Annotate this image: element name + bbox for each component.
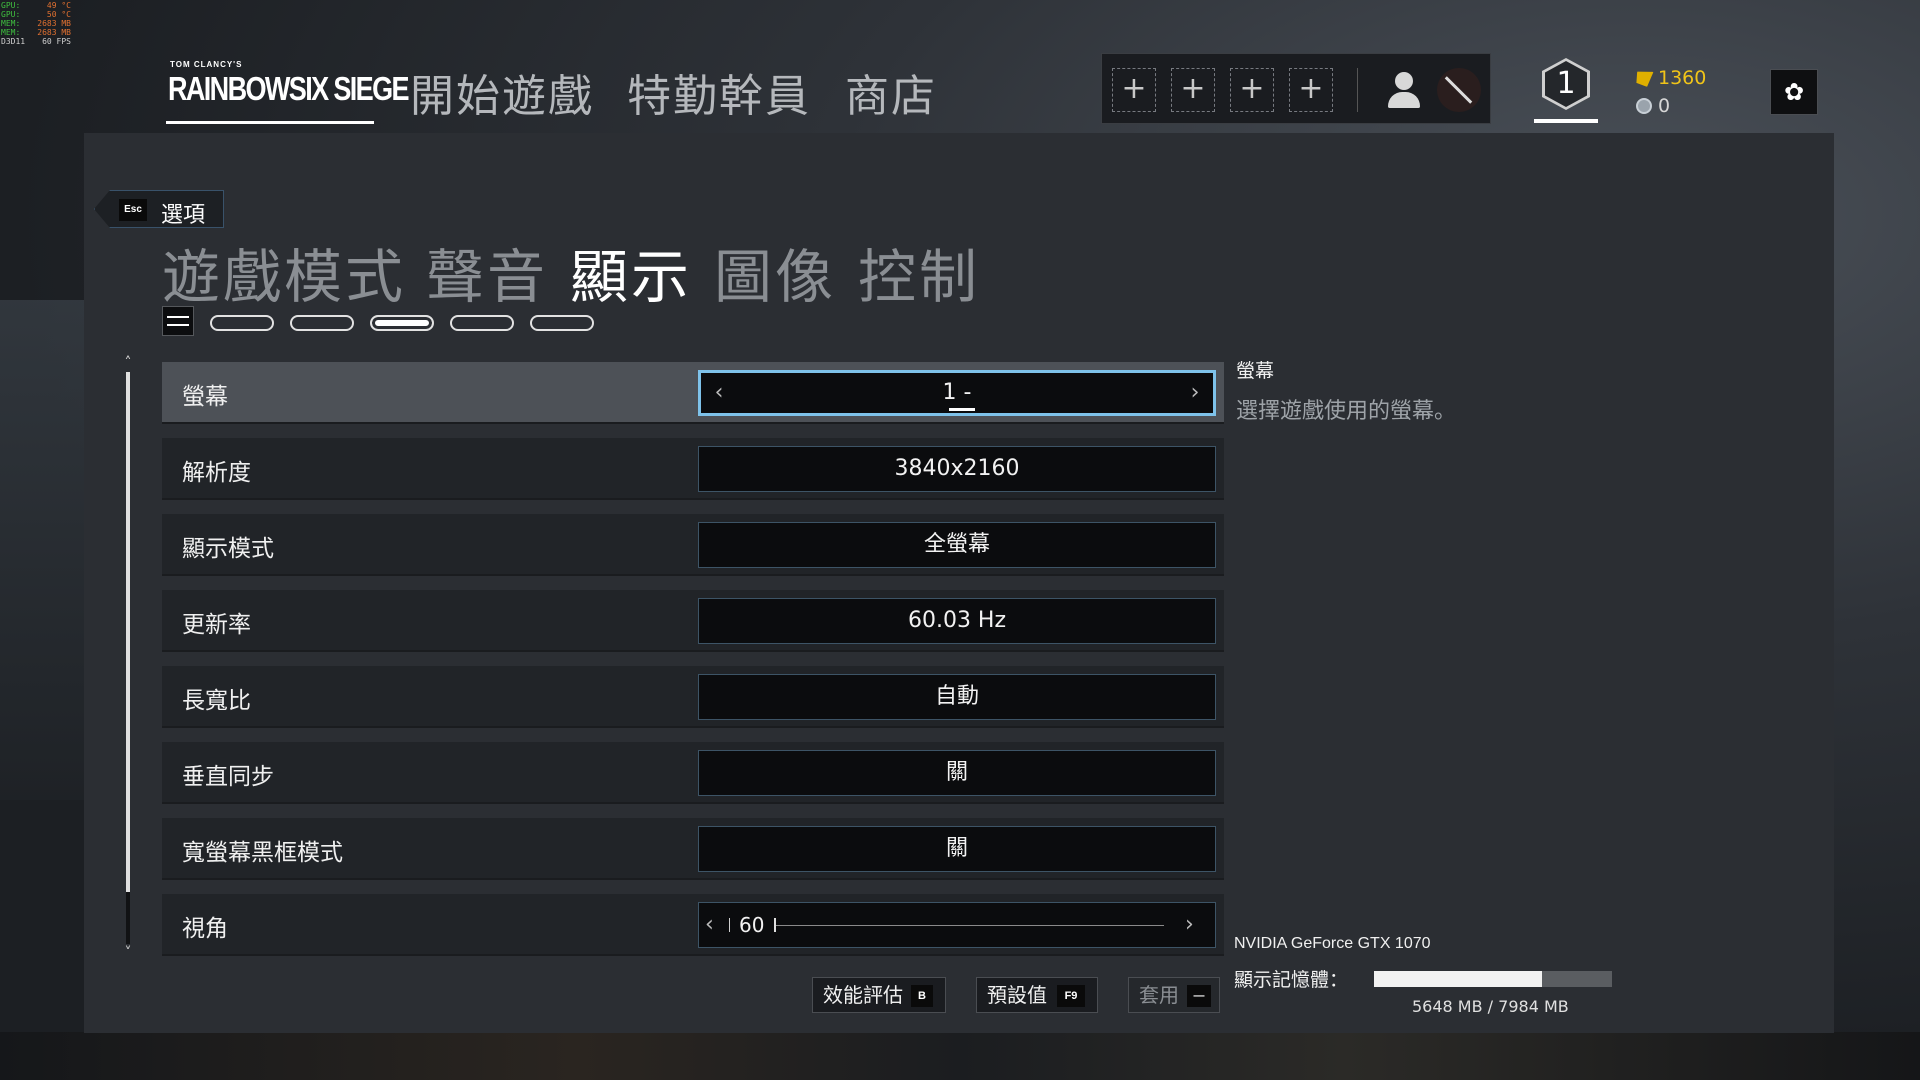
- setting-label: 更新率: [182, 612, 251, 638]
- benchmark-button[interactable]: 效能評估 B: [812, 977, 946, 1013]
- gpu-name: NVIDIA GeForce GTX 1070: [1234, 935, 1431, 952]
- background-bottom: [0, 1032, 1920, 1080]
- apply-button[interactable]: 套用 —: [1128, 977, 1220, 1013]
- nav-operators[interactable]: 特勤幹員: [627, 60, 811, 124]
- credits-row: 0: [1636, 92, 1706, 120]
- renown-amount: 1360: [1658, 67, 1707, 89]
- top-navigation: TOM CLANCY'S RAINBOWSIX SIEGE 開始遊戲 特勤幹員 …: [0, 0, 1920, 130]
- display-mode-dropdown[interactable]: 全螢幕: [698, 522, 1216, 568]
- setting-row-fov[interactable]: 視角 ‹ 60 ›: [162, 894, 1224, 956]
- background-glow: [0, 300, 90, 800]
- scroll-track[interactable]: [126, 372, 130, 944]
- level-underline: [1534, 119, 1598, 123]
- chevron-right-icon[interactable]: ›: [1183, 373, 1207, 413]
- fov-value: 60: [739, 913, 765, 937]
- value-cursor: [949, 408, 975, 411]
- setting-row-refresh-rate[interactable]: 更新率 60.03 Hz: [162, 590, 1224, 652]
- chevron-left-icon[interactable]: ‹: [707, 373, 731, 413]
- slider-thumb[interactable]: [774, 918, 776, 932]
- chevron-up-icon[interactable]: ˄: [121, 356, 135, 370]
- game-logo[interactable]: TOM CLANCY'S RAINBOWSIX SIEGE: [166, 58, 410, 124]
- party-status-icon[interactable]: [1437, 68, 1481, 112]
- setting-label: 垂直同步: [182, 764, 274, 790]
- nav-play[interactable]: 開始遊戲: [410, 60, 594, 124]
- profile-icon[interactable]: [1382, 68, 1426, 112]
- tab-indicator-active[interactable]: [370, 315, 434, 331]
- tab-indicator[interactable]: [530, 315, 594, 331]
- setting-row-aspect-ratio[interactable]: 長寬比 自動: [162, 666, 1224, 728]
- description-title: 螢幕: [1236, 360, 1275, 382]
- settings-list: 螢幕 ‹ 1 - › 解析度 3840x2160 顯示模式 全螢幕 更新率 60…: [162, 362, 1224, 970]
- apply-label: 套用: [1139, 983, 1179, 1007]
- chevron-down-icon[interactable]: ˅: [121, 946, 135, 960]
- tab-indicator[interactable]: [210, 315, 274, 331]
- benchmark-label: 效能評估: [823, 983, 903, 1007]
- currency-panel: 1360 0: [1636, 64, 1706, 120]
- setting-label: 寬螢幕黑框模式: [182, 840, 343, 866]
- tab-graphics[interactable]: 圖像: [714, 230, 836, 314]
- renown-row: 1360: [1636, 64, 1706, 92]
- default-label: 預設值: [987, 983, 1047, 1007]
- apply-key-hint: —: [1187, 985, 1211, 1007]
- letterbox-dropdown[interactable]: 關: [698, 826, 1216, 872]
- slider-tick: [729, 918, 730, 932]
- invite-slot-plus-icon[interactable]: +: [1289, 68, 1333, 112]
- monitor-selector[interactable]: ‹ 1 - ›: [698, 370, 1216, 416]
- chevron-left-icon[interactable]: ‹: [705, 903, 729, 947]
- squad-panel: + + + +: [1101, 53, 1491, 124]
- scroll-thumb[interactable]: [126, 372, 130, 892]
- invite-slot-plus-icon[interactable]: +: [1171, 68, 1215, 112]
- default-button[interactable]: 預設值 F9: [976, 977, 1098, 1013]
- logo-title: RAINBOWSIX SIEGE: [168, 70, 410, 107]
- default-key-hint: F9: [1057, 985, 1085, 1007]
- slider-track[interactable]: [774, 925, 1164, 926]
- tab-indicator[interactable]: [450, 315, 514, 331]
- credits-amount: 0: [1658, 95, 1671, 117]
- setting-label: 顯示模式: [182, 536, 274, 562]
- setting-row-letterbox[interactable]: 寬螢幕黑框模式 關: [162, 818, 1224, 880]
- setting-label: 長寬比: [182, 688, 251, 714]
- vsync-dropdown[interactable]: 關: [698, 750, 1216, 796]
- esc-key-hint: Esc: [119, 199, 147, 221]
- description-text: 選擇遊戲使用的螢幕。: [1236, 399, 1457, 424]
- fov-slider[interactable]: ‹ 60 ›: [698, 902, 1216, 948]
- setting-value-text: 1 -: [942, 380, 972, 405]
- resolution-dropdown[interactable]: 3840x2160: [698, 446, 1216, 492]
- benchmark-key-hint: B: [911, 985, 933, 1007]
- gpu-info: NVIDIA GeForce GTX 1070 顯示記憶體： 5648 MB /…: [1234, 935, 1634, 1016]
- level-badge[interactable]: 1: [1538, 56, 1594, 120]
- setting-row-display-mode[interactable]: 顯示模式 全螢幕: [162, 514, 1224, 576]
- renown-icon: [1635, 69, 1654, 88]
- setting-row-vsync[interactable]: 垂直同步 關: [162, 742, 1224, 804]
- tab-switch-icon[interactable]: [162, 306, 194, 336]
- vram-usage-text: 5648 MB / 7984 MB: [1412, 997, 1569, 1016]
- logo-subtitle: TOM CLANCY'S: [170, 60, 243, 69]
- aspect-ratio-dropdown[interactable]: 自動: [698, 674, 1216, 720]
- settings-scrollbar[interactable]: ˄ ˅: [123, 356, 133, 960]
- squad-divider: [1357, 68, 1358, 112]
- tab-controls[interactable]: 控制: [858, 230, 980, 314]
- tab-display[interactable]: 顯示: [570, 230, 692, 314]
- chevron-right-icon[interactable]: ›: [1185, 903, 1209, 947]
- setting-label: 螢幕: [182, 384, 228, 410]
- nav-store[interactable]: 商店: [845, 60, 937, 124]
- setting-label: 視角: [182, 916, 228, 942]
- back-button[interactable]: Esc 選項: [94, 190, 224, 228]
- tab-audio[interactable]: 聲音: [426, 230, 548, 314]
- tab-indicator[interactable]: [290, 315, 354, 331]
- setting-description: 螢幕 選擇遊戲使用的螢幕。: [1236, 356, 1796, 425]
- back-label: 選項: [161, 203, 206, 228]
- tab-game-mode[interactable]: 遊戲模式: [162, 230, 406, 314]
- refresh-rate-dropdown[interactable]: 60.03 Hz: [698, 598, 1216, 644]
- invite-slot-plus-icon[interactable]: +: [1112, 68, 1156, 112]
- gear-icon[interactable]: ✿: [1770, 69, 1818, 115]
- vram-usage-bar: [1374, 971, 1612, 987]
- vram-usage-fill: [1374, 971, 1543, 987]
- setting-label: 解析度: [182, 460, 251, 486]
- r6-credits-icon: [1636, 98, 1652, 114]
- setting-row-monitor[interactable]: 螢幕 ‹ 1 - ›: [162, 362, 1224, 424]
- invite-slot-plus-icon[interactable]: +: [1230, 68, 1274, 112]
- setting-row-resolution[interactable]: 解析度 3840x2160: [162, 438, 1224, 500]
- vram-label: 顯示記憶體：: [1234, 969, 1349, 991]
